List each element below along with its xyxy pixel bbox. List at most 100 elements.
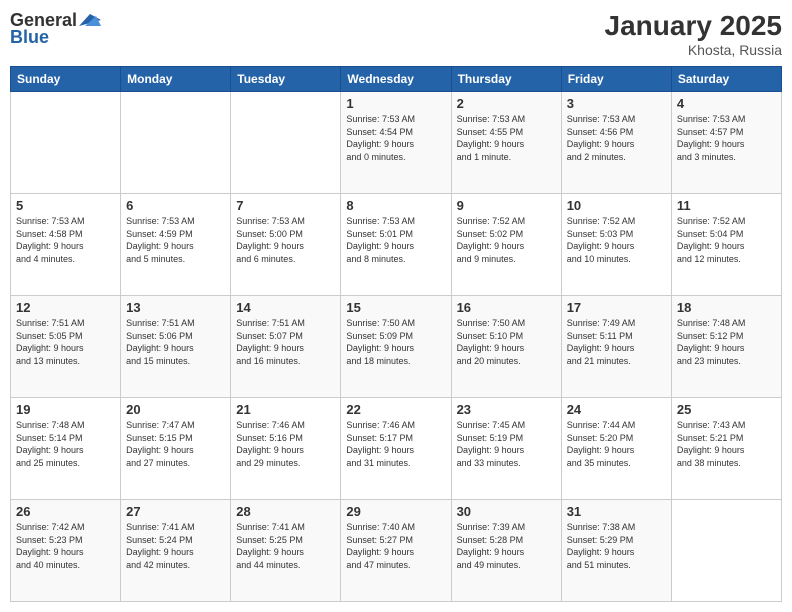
day-number: 4 [677, 96, 776, 111]
day-info-line: Sunrise: 7:47 AM [126, 419, 225, 432]
calendar-day-19: 19Sunrise: 7:48 AMSunset: 5:14 PMDayligh… [11, 398, 121, 500]
day-number: 14 [236, 300, 335, 315]
day-info-line: Daylight: 9 hours [346, 546, 445, 559]
calendar-week-row: 5Sunrise: 7:53 AMSunset: 4:58 PMDaylight… [11, 194, 782, 296]
day-number: 19 [16, 402, 115, 417]
day-number: 25 [677, 402, 776, 417]
calendar-day-30: 30Sunrise: 7:39 AMSunset: 5:28 PMDayligh… [451, 500, 561, 602]
day-number: 6 [126, 198, 225, 213]
day-info-line: Sunrise: 7:51 AM [126, 317, 225, 330]
day-number: 11 [677, 198, 776, 213]
calendar-day-25: 25Sunrise: 7:43 AMSunset: 5:21 PMDayligh… [671, 398, 781, 500]
calendar-week-row: 1Sunrise: 7:53 AMSunset: 4:54 PMDaylight… [11, 92, 782, 194]
day-info-line: Daylight: 9 hours [567, 138, 666, 151]
day-info-line: Sunrise: 7:43 AM [677, 419, 776, 432]
day-info-line: Sunrise: 7:52 AM [567, 215, 666, 228]
day-info-line: Sunrise: 7:53 AM [236, 215, 335, 228]
day-info-line: Daylight: 9 hours [346, 138, 445, 151]
day-info-line: Daylight: 9 hours [126, 546, 225, 559]
calendar-day-28: 28Sunrise: 7:41 AMSunset: 5:25 PMDayligh… [231, 500, 341, 602]
day-info-line: and 6 minutes. [236, 253, 335, 266]
day-number: 21 [236, 402, 335, 417]
day-info-line: Sunset: 5:05 PM [16, 330, 115, 343]
day-info-line: Daylight: 9 hours [16, 444, 115, 457]
day-number: 13 [126, 300, 225, 315]
calendar-day-29: 29 Sunrise: 7:40 AMSunset: 5:27 PMDayligh… [341, 500, 451, 602]
day-info-line: Sunrise: 7:53 AM [457, 113, 556, 126]
day-info-line: and 33 minutes. [457, 457, 556, 470]
logo-blue: Blue [10, 27, 49, 48]
day-info-line: Sunset: 5:15 PM [126, 432, 225, 445]
day-info-line: Sunset: 4:59 PM [126, 228, 225, 241]
day-number: 1 [346, 96, 445, 111]
day-info-line: Sunrise: 7:53 AM [346, 113, 445, 126]
calendar-day-31: 31Sunrise: 7:38 AMSunset: 5:29 PMDayligh… [561, 500, 671, 602]
month-title: January 2025 [605, 10, 782, 42]
day-info-line: and 35 minutes. [567, 457, 666, 470]
day-info-line: Sunset: 4:57 PM [677, 126, 776, 139]
day-info-line: Sunset: 5:27 PM [346, 534, 445, 547]
day-number: 10 [567, 198, 666, 213]
calendar-day-21: 21Sunrise: 7:46 AMSunset: 5:16 PMDayligh… [231, 398, 341, 500]
calendar-day-10: 10Sunrise: 7:52 AMSunset: 5:03 PMDayligh… [561, 194, 671, 296]
day-info-line: Daylight: 9 hours [457, 546, 556, 559]
day-number: 29 [346, 504, 445, 519]
day-number: 17 [567, 300, 666, 315]
day-number: 30 [457, 504, 556, 519]
day-info-line: Sunset: 5:12 PM [677, 330, 776, 343]
day-info-line: Sunrise: 7:40 AM [346, 521, 445, 534]
day-info-line: and 9 minutes. [457, 253, 556, 266]
day-info-line: Daylight: 9 hours [126, 342, 225, 355]
day-info-line: Sunrise: 7:48 AM [677, 317, 776, 330]
day-info-line: and 44 minutes. [236, 559, 335, 572]
day-info-line: Daylight: 9 hours [567, 444, 666, 457]
day-of-week-friday: Friday [561, 67, 671, 92]
day-info-line: and 49 minutes. [457, 559, 556, 572]
day-info-line: and 4 minutes. [16, 253, 115, 266]
day-number: 22 [346, 402, 445, 417]
day-info-line: Daylight: 9 hours [236, 546, 335, 559]
calendar-empty-cell [231, 92, 341, 194]
day-info-line: Sunset: 5:02 PM [457, 228, 556, 241]
page: General Blue January 2025 Khosta, Russia… [0, 0, 792, 612]
day-info-line: Daylight: 9 hours [677, 138, 776, 151]
day-number: 7 [236, 198, 335, 213]
calendar-day-8: 8Sunrise: 7:53 AMSunset: 5:01 PMDaylight… [341, 194, 451, 296]
day-of-week-sunday: Sunday [11, 67, 121, 92]
calendar-day-13: 13Sunrise: 7:51 AMSunset: 5:06 PMDayligh… [121, 296, 231, 398]
calendar-day-11: 11Sunrise: 7:52 AMSunset: 5:04 PMDayligh… [671, 194, 781, 296]
day-info-line: Daylight: 9 hours [567, 546, 666, 559]
day-info-line: and 16 minutes. [236, 355, 335, 368]
day-info-line: Daylight: 9 hours [126, 444, 225, 457]
calendar-empty-cell [671, 500, 781, 602]
day-info-line: Sunset: 5:28 PM [457, 534, 556, 547]
day-number: 28 [236, 504, 335, 519]
calendar-day-24: 24Sunrise: 7:44 AMSunset: 5:20 PMDayligh… [561, 398, 671, 500]
day-info-line: and 25 minutes. [16, 457, 115, 470]
calendar-week-row: 12Sunrise: 7:51 AMSunset: 5:05 PMDayligh… [11, 296, 782, 398]
day-number: 26 [16, 504, 115, 519]
day-info-line: Daylight: 9 hours [236, 240, 335, 253]
calendar-empty-cell [11, 92, 121, 194]
day-info-line: and 13 minutes. [16, 355, 115, 368]
day-info-line: Sunrise: 7:44 AM [567, 419, 666, 432]
day-info-line: Daylight: 9 hours [567, 240, 666, 253]
day-info-line: and 8 minutes. [346, 253, 445, 266]
day-info-line: Daylight: 9 hours [346, 444, 445, 457]
day-info-line: and 12 minutes. [677, 253, 776, 266]
calendar-day-1: 1 Sunrise: 7:53 AMSunset: 4:54 PMDaylight… [341, 92, 451, 194]
calendar-day-12: 12Sunrise: 7:51 AMSunset: 5:05 PMDayligh… [11, 296, 121, 398]
day-info-line: Daylight: 9 hours [16, 240, 115, 253]
day-info-line: and 5 minutes. [126, 253, 225, 266]
day-info-line: Sunrise: 7:53 AM [346, 215, 445, 228]
day-info-line: and 47 minutes. [346, 559, 445, 572]
day-of-week-saturday: Saturday [671, 67, 781, 92]
day-info-line: and 3 minutes. [677, 151, 776, 164]
day-of-week-wednesday: Wednesday [341, 67, 451, 92]
day-info-line: and 29 minutes. [236, 457, 335, 470]
day-info-line: Sunset: 5:07 PM [236, 330, 335, 343]
calendar-day-15: 15Sunrise: 7:50 AMSunset: 5:09 PMDayligh… [341, 296, 451, 398]
day-info-line: Sunset: 4:54 PM [346, 126, 445, 139]
day-info-line: Daylight: 9 hours [236, 342, 335, 355]
day-info-line: and 20 minutes. [457, 355, 556, 368]
